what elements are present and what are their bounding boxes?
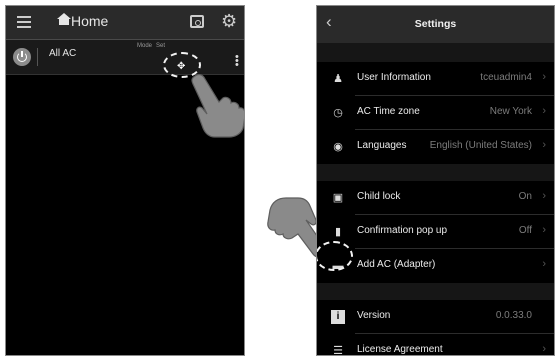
settings-item-child-lock[interactable]: ▣ Child lock On › xyxy=(317,181,554,215)
settings-item-license-agreement[interactable]: ☰ License Agreement › xyxy=(317,334,554,356)
settings-item-version[interactable]: i Version 0.0.33.0 xyxy=(317,300,554,334)
settings-item-label: Child lock xyxy=(357,191,401,202)
settings-item-value: On xyxy=(518,191,532,202)
settings-item-value: 0.0.33.0 xyxy=(495,310,532,321)
chevron-right-icon: › xyxy=(542,190,546,202)
lock-icon: ▣ xyxy=(332,192,344,204)
ac-name: All AC xyxy=(49,48,77,59)
chevron-right-icon: › xyxy=(542,139,546,151)
settings-item-user-information[interactable]: ♟ User Information tceuadmin4 › xyxy=(317,62,554,96)
chat-bubble-icon: ▮ xyxy=(334,226,342,238)
schedule-icon[interactable] xyxy=(190,15,204,28)
settings-screen: ‹ Settings ♟ User Information tceuadmin4… xyxy=(316,5,555,356)
settings-header: ‹ Settings xyxy=(317,6,554,43)
set-label: Set xyxy=(156,43,166,49)
settings-item-label: Languages xyxy=(357,140,407,151)
settings-item-label: User Information xyxy=(357,72,431,83)
power-icon[interactable] xyxy=(13,48,31,66)
document-icon: ☰ xyxy=(333,345,343,356)
settings-item-label: Add AC (Adapter) xyxy=(357,259,436,270)
section-gap xyxy=(317,283,554,300)
pointing-hand-icon xyxy=(191,73,244,138)
chevron-right-icon: › xyxy=(542,343,546,355)
chevron-right-icon: › xyxy=(542,224,546,236)
globe-icon: ◉ xyxy=(333,141,343,153)
chevron-right-icon: › xyxy=(542,105,546,117)
settings-item-label: License Agreement xyxy=(357,344,443,355)
settings-item-value: English (United States) xyxy=(429,140,532,151)
settings-item-value: tceuadmin4 xyxy=(480,72,532,83)
clock-icon: ◷ xyxy=(333,107,343,119)
chevron-right-icon: › xyxy=(542,258,546,270)
info-icon: i xyxy=(331,310,345,324)
ac-row[interactable]: All AC Mode Set • • • xyxy=(6,40,244,75)
section-gap xyxy=(317,43,554,62)
fan-icon: ✥ xyxy=(177,61,186,72)
add-ac-highlight xyxy=(317,241,353,271)
divider xyxy=(37,48,38,66)
settings-item-label: Version xyxy=(357,310,391,321)
settings-item-label: Confirmation pop up xyxy=(357,225,448,236)
mode-label: Mode xyxy=(137,43,153,49)
home-title: Home xyxy=(71,13,109,29)
home-title-block: Home xyxy=(57,13,109,29)
home-screen: Home ⚙ All AC Mode Set • • • ✥ xyxy=(5,5,245,356)
person-icon: ♟ xyxy=(333,73,343,85)
section-gap xyxy=(317,164,554,181)
settings-item-label: AC Time zone xyxy=(357,106,420,117)
menu-icon[interactable] xyxy=(17,16,31,29)
home-header: Home ⚙ xyxy=(6,6,244,40)
settings-item-ac-time-zone[interactable]: ◷ AC Time zone New York › xyxy=(317,96,554,130)
settings-item-value: Off xyxy=(518,225,532,236)
gear-icon[interactable]: ⚙ xyxy=(221,11,237,31)
settings-item-confirmation-pop-up[interactable]: ▮ Confirmation pop up Off › xyxy=(317,215,554,249)
settings-item-value: New York xyxy=(489,106,532,117)
settings-item-add-ac-adapter[interactable]: ▬ Add AC (Adapter) › xyxy=(317,241,554,283)
settings-item-languages[interactable]: ◉ Languages English (United States) › xyxy=(317,130,554,164)
page-title: Settings xyxy=(414,18,457,30)
more-options-icon[interactable]: • • • xyxy=(235,52,239,71)
chevron-right-icon: › xyxy=(542,71,546,83)
